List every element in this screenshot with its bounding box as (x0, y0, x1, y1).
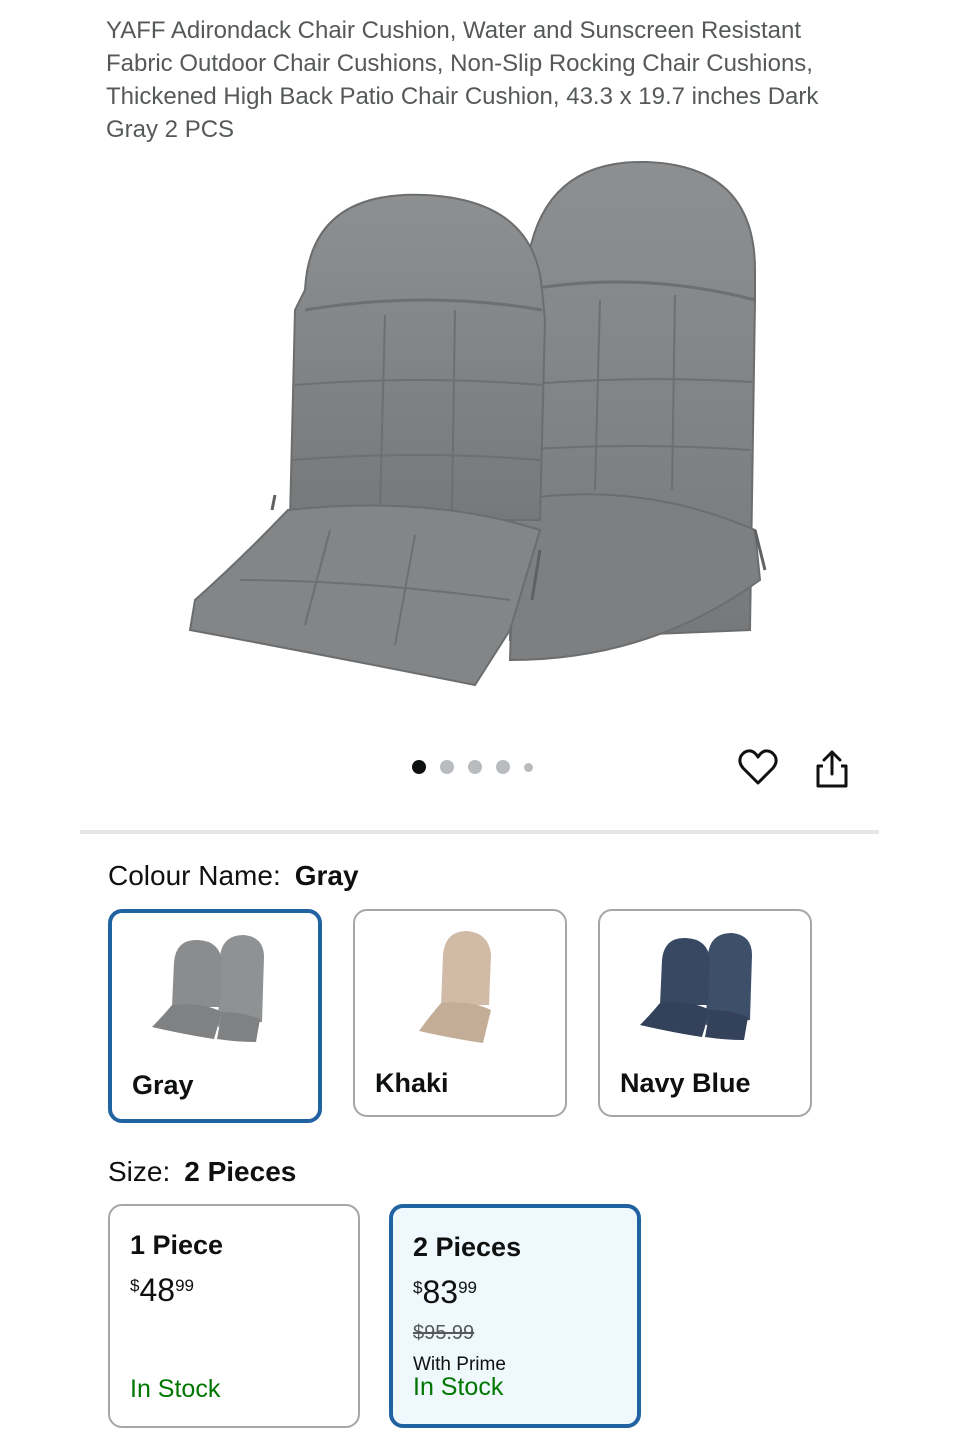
product-title: YAFF Adirondack Chair Cushion, Water and… (106, 17, 819, 143)
stock-status: In Stock (130, 1375, 221, 1403)
price-whole: 83 (422, 1274, 459, 1310)
size-option-label: 2 Pieces (413, 1232, 522, 1262)
pagination-dot[interactable] (440, 760, 454, 774)
navy-blue-cushion-thumbnail (640, 933, 752, 1040)
colour-label: Colour Name: (108, 860, 281, 891)
heart-icon[interactable] (737, 746, 779, 790)
pagination-dot[interactable] (468, 760, 482, 774)
size-row: Size: 2 Pieces (108, 1156, 296, 1188)
list-price: $95.99 (413, 1322, 475, 1344)
price-whole: 48 (139, 1272, 176, 1308)
stock-status: In Stock (413, 1373, 504, 1401)
price-fraction: 99 (458, 1278, 477, 1297)
size-option-label: 1 Piece (130, 1230, 224, 1260)
share-icon[interactable] (811, 746, 853, 790)
selected-size: 2 Pieces (184, 1156, 297, 1187)
colour-option-label: Khaki (375, 1068, 449, 1098)
section-divider (80, 830, 879, 834)
colour-option-label: Gray (132, 1070, 194, 1100)
size-option-1-piece[interactable]: 1 Piece $4899 In Stock (108, 1204, 360, 1428)
colour-option-khaki[interactable]: Khaki (353, 909, 567, 1117)
pagination-dot[interactable] (412, 760, 426, 774)
price-symbol: $ (130, 1276, 140, 1295)
price-symbol: $ (413, 1278, 423, 1297)
colour-name-row: Colour Name: Gray (108, 860, 359, 892)
size-option-2-pieces[interactable]: 2 Pieces $8399 $95.99 With Prime In Stoc… (389, 1204, 641, 1428)
pagination-dot[interactable] (496, 760, 510, 774)
product-image[interactable] (180, 160, 780, 700)
colour-option-navy-blue[interactable]: Navy Blue (598, 909, 812, 1117)
colour-option-label: Navy Blue (620, 1068, 751, 1098)
price: $4899 (130, 1272, 194, 1309)
colour-option-gray[interactable]: Gray (108, 909, 322, 1123)
price-fraction: 99 (175, 1276, 194, 1295)
khaki-cushion-thumbnail (419, 931, 491, 1043)
gray-cushion-thumbnail (152, 935, 264, 1042)
selected-colour: Gray (294, 860, 359, 891)
size-label: Size: (108, 1156, 171, 1187)
image-pagination[interactable] (412, 760, 533, 774)
pagination-dot[interactable] (524, 762, 533, 772)
price: $8399 (413, 1274, 477, 1311)
